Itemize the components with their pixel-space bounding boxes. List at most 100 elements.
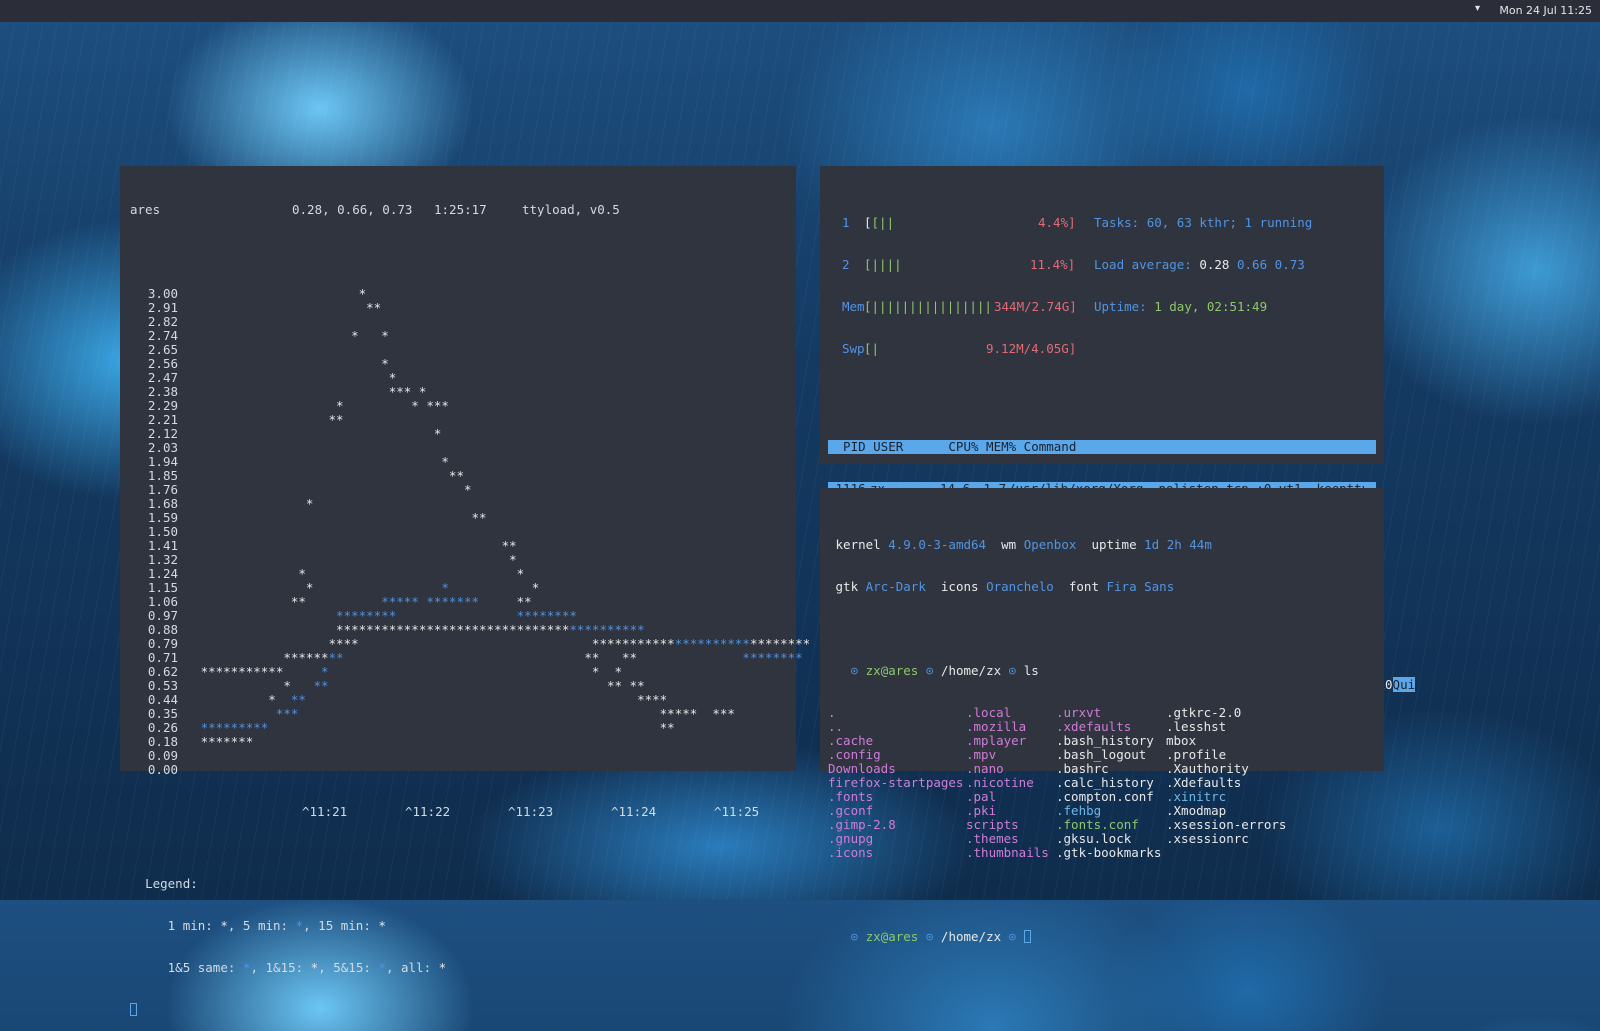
prompt-ls: ⊙ zx@ares ⊙ /home/zx ⊙ ls	[850, 663, 1039, 678]
load-plot-segment: *	[200, 678, 291, 693]
y-axis-label: 1.24	[147, 566, 178, 581]
file-entry[interactable]: .gtkrc-2.0	[1166, 706, 1241, 720]
swap-meter: Swp [| 9.12M/4.05G]	[842, 341, 1077, 356]
time-tick-label: ^11:22	[405, 804, 451, 819]
load-plot-segment: *	[200, 552, 517, 567]
file-entry[interactable]: firefox-startpages	[828, 776, 963, 790]
y-axis-label: 2.47	[147, 370, 178, 385]
y-axis-label: 0.00	[147, 762, 178, 777]
file-entry[interactable]: .gtk-bookmarks	[1056, 846, 1161, 860]
dropdown-caret-icon[interactable]: ▾	[1475, 3, 1480, 14]
file-entry[interactable]: .fehbg	[1056, 804, 1101, 818]
graph-row: 2.38 *** *	[130, 385, 786, 399]
file-entry[interactable]: .xsessionrc	[1166, 832, 1249, 846]
file-entry[interactable]: .bash_history	[1056, 734, 1154, 748]
load-values: 0.28, 0.66, 0.73	[292, 202, 413, 217]
file-entry[interactable]: .mpv	[966, 748, 996, 762]
graph-row: 2.91 **	[130, 301, 786, 315]
file-entry[interactable]: ..	[828, 720, 843, 734]
load-plot-segment: **	[200, 300, 382, 315]
load-plot-segment: *	[200, 580, 314, 595]
file-entry[interactable]: Downloads	[828, 762, 896, 776]
file-entry[interactable]: .profile	[1166, 748, 1226, 762]
load-plot-segment: ***** *******	[305, 594, 480, 609]
file-entry[interactable]: .thumbnails	[966, 846, 1049, 860]
file-entry[interactable]: .cache	[828, 734, 873, 748]
file-entry[interactable]: .themes	[966, 832, 1019, 846]
load-plot-segment: **	[200, 538, 517, 553]
load-plot-segment: *	[200, 482, 472, 497]
file-entry[interactable]: .compton.conf	[1056, 790, 1154, 804]
file-entry[interactable]: .lesshst	[1166, 720, 1226, 734]
load-plot-segment: ********	[200, 608, 397, 623]
load-plot-segment: **	[328, 650, 344, 665]
file-entry[interactable]: .bashrc	[1056, 762, 1109, 776]
file-entry[interactable]: .config	[828, 748, 881, 762]
file-entry[interactable]: mbox	[1166, 734, 1196, 748]
ttyload-terminal[interactable]: ares 0.28, 0.66, 0.73 1:25:17 ttyload, v0.5…	[120, 166, 810, 1016]
load-plot-segment: ***********	[200, 664, 284, 679]
file-entry[interactable]: .pal	[966, 790, 996, 804]
terminal-prompt[interactable]	[130, 1003, 786, 1017]
file-entry[interactable]: .Xmodmap	[1166, 804, 1226, 818]
load-plot-segment: * *	[200, 328, 389, 343]
y-axis-label: 0.26	[147, 720, 178, 735]
load-plot-segment: ** **	[343, 650, 638, 665]
graph-row: 0.62 *********** * * *	[130, 665, 786, 679]
file-entry[interactable]: .gksu.lock	[1056, 832, 1131, 846]
file-entry[interactable]: .pki	[966, 804, 996, 818]
file-entry[interactable]: .gnupg	[828, 832, 873, 846]
graph-row: 0.00	[130, 763, 786, 777]
y-axis-label: 2.29	[147, 398, 178, 413]
shell-terminal[interactable]: kernel 4.9.0-3-amd64 wm Openbox uptime 1…	[820, 488, 1384, 944]
y-axis-label: 0.18	[147, 734, 178, 749]
load-plot-segment: **	[275, 692, 306, 707]
file-entry[interactable]: .nicotine	[966, 776, 1034, 790]
file-entry[interactable]: .fonts	[828, 790, 873, 804]
process-table-header[interactable]: PID USER CPU% MEM% Command	[828, 440, 1376, 454]
file-entry[interactable]: .Xauthority	[1166, 762, 1249, 776]
graph-row: 1.15 * * *	[130, 581, 786, 595]
load-plot-segment: *******************************	[336, 622, 570, 637]
file-entry[interactable]: .xsession-errors	[1166, 818, 1286, 832]
y-axis-label: 1.68	[147, 496, 178, 511]
htop-terminal[interactable]: 1 [[|| 4.4%] 2 [|||| 11.4%] Mem [||||||||||||…	[820, 166, 1416, 692]
prompt-current[interactable]: ⊙ zx@ares ⊙ /home/zx ⊙	[828, 930, 1376, 944]
file-entry[interactable]: .mplayer	[966, 734, 1026, 748]
clock[interactable]: Mon 24 Jul 11:25	[1499, 4, 1592, 17]
load-plot-segment: *** *	[200, 384, 427, 399]
file-entry[interactable]: .urxvt	[1056, 706, 1101, 720]
graph-row: 1.24 * *	[130, 567, 786, 581]
load-plot-segment: *	[200, 496, 314, 511]
time-tick-label: ^11:25	[714, 804, 760, 819]
file-entry[interactable]: scripts	[966, 818, 1019, 832]
top-panel: ▾ Mon 24 Jul 11:25	[0, 0, 1600, 22]
y-axis-label: 2.03	[147, 440, 178, 455]
file-entry[interactable]: .icons	[828, 846, 873, 860]
file-entry[interactable]: .gimp-2.8	[828, 818, 896, 832]
file-entry[interactable]: .local	[966, 706, 1011, 720]
file-entry[interactable]: .bash_logout	[1056, 748, 1146, 762]
y-axis-label: 0.71	[147, 650, 178, 665]
y-axis-label: 2.91	[147, 300, 178, 315]
y-axis-label: 2.65	[147, 342, 178, 357]
file-entry[interactable]: .nano	[966, 762, 1004, 776]
load-plot-segment: **********	[569, 622, 645, 637]
load-plot-segment: ***********	[358, 636, 675, 651]
graph-row: 1.06 ** ***** ******* **	[130, 595, 786, 609]
file-entry[interactable]: .calc_history	[1056, 776, 1154, 790]
file-entry[interactable]: .mozilla	[966, 720, 1026, 734]
graph-row: 2.82	[130, 315, 786, 329]
file-entry[interactable]: .fonts.conf	[1056, 818, 1139, 832]
file-entry[interactable]: .xinitrc	[1166, 790, 1226, 804]
y-axis-label: 1.41	[147, 538, 178, 553]
load-plot-segment: **	[268, 720, 675, 735]
file-entry[interactable]: .Xdefaults	[1166, 776, 1241, 790]
file-entry[interactable]: .gconf	[828, 804, 873, 818]
file-entry[interactable]: .	[828, 706, 836, 720]
system-summary: Tasks: 60, 63 kthr; 1 running Load avera…	[1094, 215, 1313, 314]
y-axis-label: 0.79	[147, 636, 178, 651]
function-key-label[interactable]: Qui	[1392, 677, 1416, 692]
load-plot-segment: **	[200, 594, 306, 609]
file-entry[interactable]: .xdefaults	[1056, 720, 1131, 734]
